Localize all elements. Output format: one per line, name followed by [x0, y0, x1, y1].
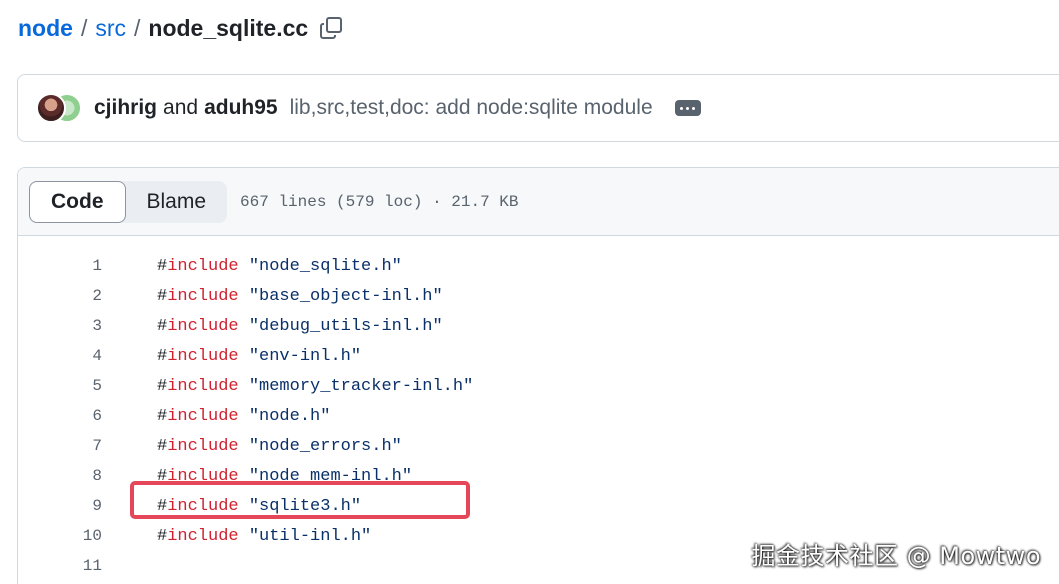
include-path: "node_mem-inl.h" — [248, 466, 413, 486]
avatar[interactable] — [36, 93, 66, 123]
include-path: "util-inl.h" — [248, 526, 372, 546]
line-number[interactable]: 5 — [18, 377, 102, 395]
line-number[interactable]: 6 — [18, 407, 102, 425]
line-number[interactable]: 7 — [18, 437, 102, 455]
include-keyword: include — [167, 256, 239, 276]
line-number[interactable]: 3 — [18, 317, 102, 335]
include-keyword: include — [167, 406, 239, 426]
include-path: "node_errors.h" — [248, 436, 402, 456]
breadcrumb-repo-link[interactable]: node — [18, 15, 73, 42]
copy-path-button[interactable] — [318, 15, 344, 41]
blame-tab[interactable]: Blame — [126, 181, 228, 223]
code-line: 7 #include "node_errors.h" — [18, 431, 1059, 461]
commit-author-link[interactable]: cjihrig — [94, 96, 157, 120]
preprocessor-hash: # — [157, 526, 168, 546]
code-line: 2 #include "base_object-inl.h" — [18, 281, 1059, 311]
include-keyword: include — [167, 376, 239, 396]
preprocessor-hash: # — [157, 286, 168, 306]
line-number[interactable]: 8 — [18, 467, 102, 485]
line-number[interactable]: 1 — [18, 257, 102, 275]
ellipsis-icon — [680, 106, 684, 110]
file-header: Code Blame 667 lines (579 loc) · 21.7 KB — [18, 168, 1059, 236]
copy-icon — [320, 17, 343, 39]
code-tab[interactable]: Code — [29, 180, 126, 223]
breadcrumb: node / src / node_sqlite.cc — [18, 12, 344, 44]
preprocessor-hash: # — [157, 316, 168, 336]
latest-commit-bar: cjihrig and aduh95 lib,src,test,doc: add… — [17, 74, 1059, 142]
preprocessor-hash: # — [157, 406, 168, 426]
line-number[interactable]: 4 — [18, 347, 102, 365]
include-keyword: include — [167, 466, 239, 486]
file-stats: 667 lines (579 loc) · 21.7 KB — [240, 192, 519, 211]
breadcrumb-separator: / — [134, 14, 141, 41]
commit-coauthor-link[interactable]: aduh95 — [204, 96, 278, 120]
breadcrumb-current-file: node_sqlite.cc — [148, 14, 309, 41]
breadcrumb-separator: / — [80, 14, 88, 41]
preprocessor-hash: # — [157, 466, 168, 486]
include-path: "debug_utils-inl.h" — [248, 316, 443, 336]
ellipsis-icon — [686, 106, 690, 110]
breadcrumb-folder-link[interactable]: src — [95, 15, 126, 42]
code-line: 8 #include "node_mem-inl.h" — [18, 461, 1059, 491]
line-number[interactable]: 10 — [18, 527, 102, 545]
code-line: 1 #include "node_sqlite.h" — [18, 251, 1059, 281]
page: node / src / node_sqlite.cc cjihrig and … — [0, 0, 1059, 584]
include-keyword: include — [167, 346, 239, 366]
include-keyword: include — [167, 436, 239, 456]
include-keyword: include — [167, 316, 239, 336]
include-keyword: include — [167, 526, 239, 546]
preprocessor-hash: # — [157, 496, 168, 516]
code-line: 3 #include "debug_utils-inl.h" — [18, 311, 1059, 341]
include-keyword: include — [167, 496, 239, 516]
commit-expand-button[interactable] — [674, 100, 701, 116]
include-path: "memory_tracker-inl.h" — [248, 376, 474, 396]
code-line: 5 #include "memory_tracker-inl.h" — [18, 371, 1059, 401]
preprocessor-hash: # — [157, 346, 168, 366]
author-avatars[interactable] — [36, 91, 84, 125]
line-number[interactable]: 9 — [18, 497, 102, 515]
code-view: 1 #include "node_sqlite.h" 2 #include "b… — [18, 236, 1059, 581]
code-line: 4 #include "env-inl.h" — [18, 341, 1059, 371]
include-keyword: include — [167, 286, 239, 306]
commit-author-conjunction: and — [163, 96, 199, 119]
commit-message-link[interactable]: lib,src,test,doc: add node:sqlite module — [290, 96, 653, 120]
file-viewer: Code Blame 667 lines (579 loc) · 21.7 KB… — [17, 167, 1059, 584]
preprocessor-hash: # — [157, 436, 168, 456]
line-number[interactable]: 11 — [18, 557, 102, 575]
ellipsis-icon — [692, 106, 696, 110]
line-number[interactable]: 2 — [18, 287, 102, 305]
include-path: "node.h" — [248, 406, 331, 426]
view-mode-toggle: Code Blame — [29, 180, 228, 223]
code-line: 6 #include "node.h" — [18, 401, 1059, 431]
include-path: "base_object-inl.h" — [248, 286, 443, 306]
include-path: "sqlite3.h" — [248, 496, 362, 516]
preprocessor-hash: # — [157, 256, 168, 276]
code-line: 9 #include "sqlite3.h" — [18, 491, 1059, 521]
include-path: "env-inl.h" — [248, 346, 362, 366]
watermark: 掘金技术社区 @ Mowtwo — [751, 542, 1041, 570]
include-path: "node_sqlite.h" — [248, 256, 402, 276]
preprocessor-hash: # — [157, 376, 168, 396]
